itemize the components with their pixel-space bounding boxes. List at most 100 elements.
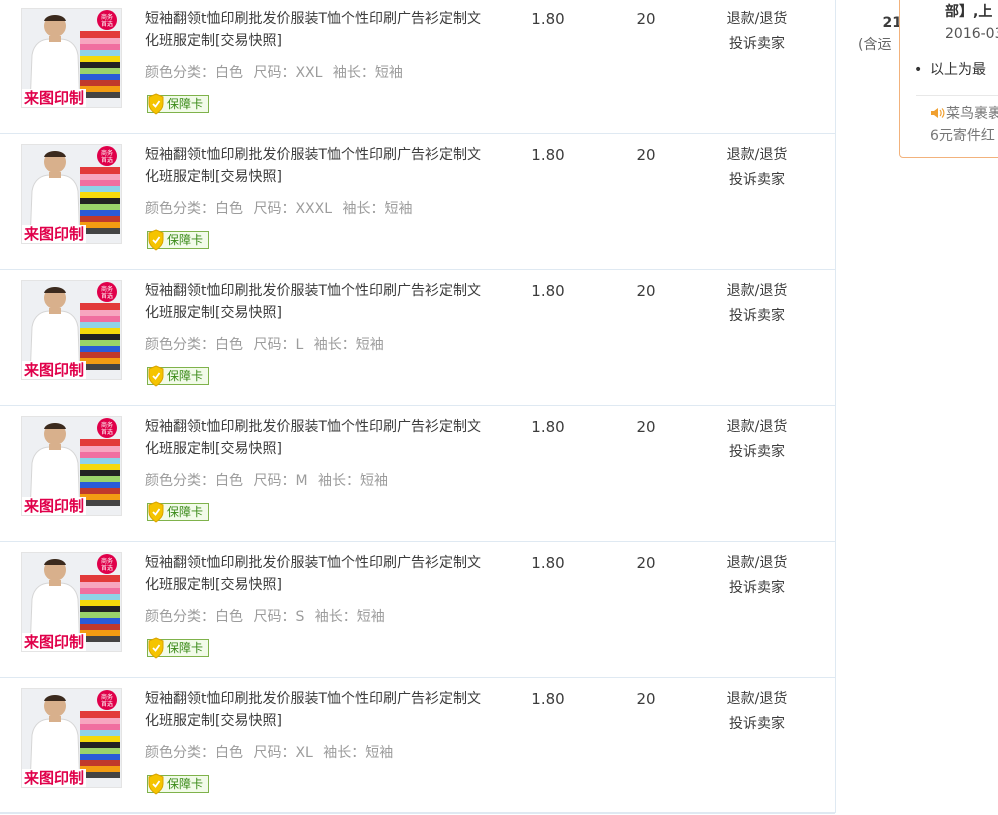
guarantee-card-badge[interactable]: 保障卡 [147,365,209,387]
product-sku-info: 颜色分类：白色 尺码：L 袖长：短袖 [145,334,485,356]
sku-sleeve: 袖长：短袖 [332,65,403,81]
product-thumbnail[interactable]: 商务 首选 来图印制 [21,552,122,652]
guarantee-card-badge[interactable]: 保障卡 [147,229,209,251]
guarantee-card-badge[interactable]: 保障卡 [147,501,209,523]
promo-tag-text: 商务 [101,693,113,701]
product-title-link[interactable]: 短袖翻领t恤印刷批发价服装T恤个性印刷广告衫定制文化班服定制[交易快照] [145,8,485,52]
unit-price: 1.80 [531,690,565,708]
cainiao-redpacket-text: 6元寄件红 [930,128,995,144]
guarantee-card-badge[interactable]: 保障卡 [147,637,209,659]
complain-seller-link[interactable]: 投诉卖家 [712,440,802,465]
complain-seller-link[interactable]: 投诉卖家 [712,168,802,193]
product-thumbnail[interactable]: 商务 首选 来图印制 [21,688,122,788]
product-thumbnail[interactable]: 商务 首选 来图印制 [21,144,122,244]
banner-text: 来图印制 [23,497,84,515]
guarantee-card-label: 保障卡 [167,233,204,247]
complain-seller-link[interactable]: 投诉卖家 [712,576,802,601]
unit-price: 1.80 [531,146,565,164]
tshirt-product-image: 商务 首选 来图印制 [22,417,121,515]
guarantee-card-badge[interactable]: 保障卡 [147,93,209,115]
guarantee-card-badge[interactable]: 保障卡 [147,773,209,795]
sku-color: 颜色分类：白色 [145,609,243,625]
product-thumbnail[interactable]: 商务 首选 来图印制 [21,8,122,108]
tshirt-product-image: 商务 首选 来图印制 [22,145,121,243]
product-title-link[interactable]: 短袖翻领t恤印刷批发价服装T恤个性印刷广告衫定制文化班服定制[交易快照] [145,552,485,596]
quantity: 20 [636,282,656,300]
sku-sleeve: 袖长：短袖 [323,745,394,761]
sku-sleeve: 袖长：短袖 [314,609,385,625]
shield-icon [148,229,164,251]
quantity: 20 [636,690,656,708]
product-title-link[interactable]: 短袖翻领t恤印刷批发价服装T恤个性印刷广告衫定制文化班服定制[交易快照] [145,688,485,732]
item-actions: 退款/退货 投诉卖家 [712,7,802,57]
svg-text:首选: 首选 [101,20,113,28]
product-thumbnail[interactable]: 商务 首选 来图印制 [21,280,122,380]
item-actions: 退款/退货 投诉卖家 [712,415,802,465]
quantity: 20 [636,418,656,436]
sku-size: 尺码：L [253,337,304,353]
sku-sleeve: 袖长：短袖 [313,337,384,353]
item-actions: 退款/退货 投诉卖家 [712,279,802,329]
promo-tag-text: 商务 [101,557,113,565]
product-thumbnail[interactable]: 商务 首选 来图印制 [21,416,122,516]
logistics-info-popup: 部】,上 2016-03 以上为最 菜鸟裹裹 6元寄件红 [899,0,998,158]
complain-seller-link[interactable]: 投诉卖家 [712,32,802,57]
order-total-column: 21 (含运 [858,12,902,56]
logistics-time-text: 2016-03 [945,26,998,42]
product-sku-info: 颜色分类：白色 尺码：XXL 袖长：短袖 [145,62,485,84]
tshirt-product-image: 商务 首选 来图印制 [22,553,121,651]
order-item-row: 商务 首选 来图印制 短袖翻领t恤印刷批发价服装T恤个性印刷广告衫定制文化班服定… [0,270,835,406]
sku-color: 颜色分类：白色 [145,201,243,217]
promo-tag-text: 商务 [101,285,113,293]
sku-sleeve: 袖长：短袖 [342,201,413,217]
banner-text: 来图印制 [23,769,84,787]
item-actions: 退款/退货 投诉卖家 [712,551,802,601]
refund-return-link[interactable]: 退款/退货 [712,687,802,712]
guarantee-card-label: 保障卡 [167,641,204,655]
refund-return-link[interactable]: 退款/退货 [712,279,802,304]
unit-price: 1.80 [531,10,565,28]
sku-color: 颜色分类：白色 [145,337,243,353]
cainiao-promo-text: 菜鸟裹裹 [946,106,998,122]
promo-tag-text: 商务 [101,149,113,157]
refund-return-link[interactable]: 退款/退货 [712,7,802,32]
product-title-link[interactable]: 短袖翻领t恤印刷批发价服装T恤个性印刷广告衫定制文化班服定制[交易快照] [145,144,485,188]
cainiao-promo-link[interactable]: 菜鸟裹裹 [930,103,998,125]
sku-color: 颜色分类：白色 [145,745,243,761]
unit-price: 1.80 [531,282,565,300]
banner-text: 来图印制 [23,633,84,651]
product-title-link[interactable]: 短袖翻领t恤印刷批发价服装T恤个性印刷广告衫定制文化班服定制[交易快照] [145,416,485,460]
sku-size: 尺码：XXL [253,65,323,81]
shield-icon [148,773,164,795]
svg-text:首选: 首选 [101,156,113,164]
sku-size: 尺码：M [253,473,308,489]
complain-seller-link[interactable]: 投诉卖家 [712,712,802,737]
shield-icon [148,637,164,659]
order-item-row: 商务 首选 来图印制 短袖翻领t恤印刷批发价服装T恤个性印刷广告衫定制文化班服定… [0,0,835,134]
complain-seller-link[interactable]: 投诉卖家 [712,304,802,329]
refund-return-link[interactable]: 退款/退货 [712,143,802,168]
guarantee-card-label: 保障卡 [167,777,204,791]
product-sku-info: 颜色分类：白色 尺码：M 袖长：短袖 [145,470,485,492]
order-total-value: 21 [882,15,902,31]
tshirt-product-image: 商务 首选 来图印制 [22,9,121,107]
sku-sleeve: 袖长：短袖 [318,473,388,489]
order-total-shipping-note: (含运 [858,37,892,53]
logistics-address-text: 部】,上 [945,4,993,20]
refund-return-link[interactable]: 退款/退货 [712,551,802,576]
sku-size: 尺码：XXXL [253,201,333,217]
product-title-link[interactable]: 短袖翻领t恤印刷批发价服装T恤个性印刷广告衫定制文化班服定制[交易快照] [145,280,485,324]
guarantee-card-label: 保障卡 [167,505,204,519]
unit-price: 1.80 [531,418,565,436]
sku-size: 尺码：XL [253,745,313,761]
svg-text:首选: 首选 [101,564,113,572]
quantity: 20 [636,554,656,572]
order-item-row: 商务 首选 来图印制 短袖翻领t恤印刷批发价服装T恤个性印刷广告衫定制文化班服定… [0,542,835,678]
refund-return-link[interactable]: 退款/退货 [712,415,802,440]
product-sku-info: 颜色分类：白色 尺码：S 袖长：短袖 [145,606,485,628]
shield-icon [148,365,164,387]
popup-divider [916,95,998,96]
unit-price: 1.80 [531,554,565,572]
svg-text:首选: 首选 [101,292,113,300]
guarantee-card-label: 保障卡 [167,97,204,111]
